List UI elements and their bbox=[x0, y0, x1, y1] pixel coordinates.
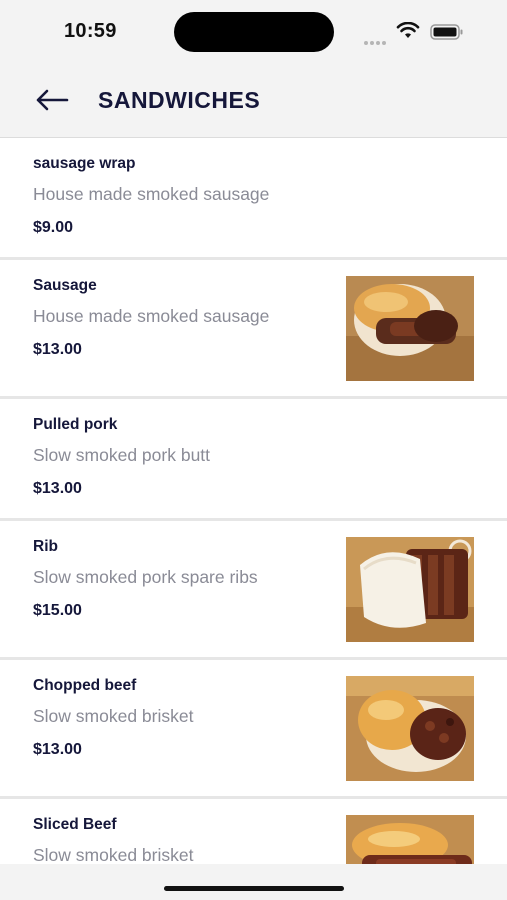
sausage-sandwich-photo bbox=[346, 276, 474, 381]
item-description: Slow smoked pork butt bbox=[33, 445, 211, 465]
item-price: $9.00 bbox=[33, 219, 74, 236]
menu-item-sausage-wrap[interactable]: sausage wrap House made smoked sausage $… bbox=[0, 138, 507, 260]
item-description: Slow smoked brisket bbox=[33, 845, 194, 864]
chopped-beef-sandwich-photo bbox=[346, 676, 474, 781]
home-indicator[interactable] bbox=[164, 886, 344, 891]
item-price: $13.00 bbox=[33, 480, 82, 497]
item-description: Slow smoked pork spare ribs bbox=[33, 567, 258, 587]
item-description: House made smoked sausage bbox=[33, 306, 270, 326]
menu-item-pulled-pork[interactable]: Pulled pork Slow smoked pork butt $13.00 bbox=[0, 399, 507, 521]
menu-item-sliced-beef[interactable]: Sliced Beef Slow smoked brisket bbox=[0, 799, 507, 864]
item-name: Chopped beef bbox=[33, 677, 137, 694]
item-price: $15.00 bbox=[33, 602, 82, 619]
menu-item-sausage[interactable]: Sausage House made smoked sausage $13.00 bbox=[0, 260, 507, 399]
menu-item-chopped-beef[interactable]: Chopped beef Slow smoked brisket $13.00 bbox=[0, 660, 507, 799]
item-name: Rib bbox=[33, 538, 58, 555]
item-name: Pulled pork bbox=[33, 416, 118, 433]
item-description: Slow smoked brisket bbox=[33, 706, 194, 726]
menu-item-rib[interactable]: Rib Slow smoked pork spare ribs $15.00 bbox=[0, 521, 507, 660]
back-button[interactable] bbox=[30, 82, 74, 118]
page-title: SANDWICHES bbox=[98, 87, 261, 113]
item-name: Sausage bbox=[33, 277, 97, 294]
battery-icon bbox=[430, 24, 464, 45]
status-time: 10:59 bbox=[64, 20, 117, 42]
menu-list: sausage wrap House made smoked sausage $… bbox=[0, 138, 507, 864]
header: SANDWICHES bbox=[0, 62, 507, 138]
bottom-bar bbox=[0, 864, 507, 900]
item-price: $13.00 bbox=[33, 341, 82, 358]
sliced-beef-sandwich-photo bbox=[346, 815, 474, 864]
status-bar: 10:59 bbox=[0, 0, 507, 62]
wifi-icon bbox=[396, 21, 420, 45]
item-name: sausage wrap bbox=[33, 155, 136, 172]
item-price: $13.00 bbox=[33, 741, 82, 758]
arrow-left-icon bbox=[36, 89, 69, 111]
signal-icon bbox=[364, 32, 390, 45]
item-description: House made smoked sausage bbox=[33, 184, 270, 204]
rib-sandwich-photo bbox=[346, 537, 474, 642]
item-name: Sliced Beef bbox=[33, 816, 117, 833]
dynamic-island bbox=[174, 12, 334, 52]
